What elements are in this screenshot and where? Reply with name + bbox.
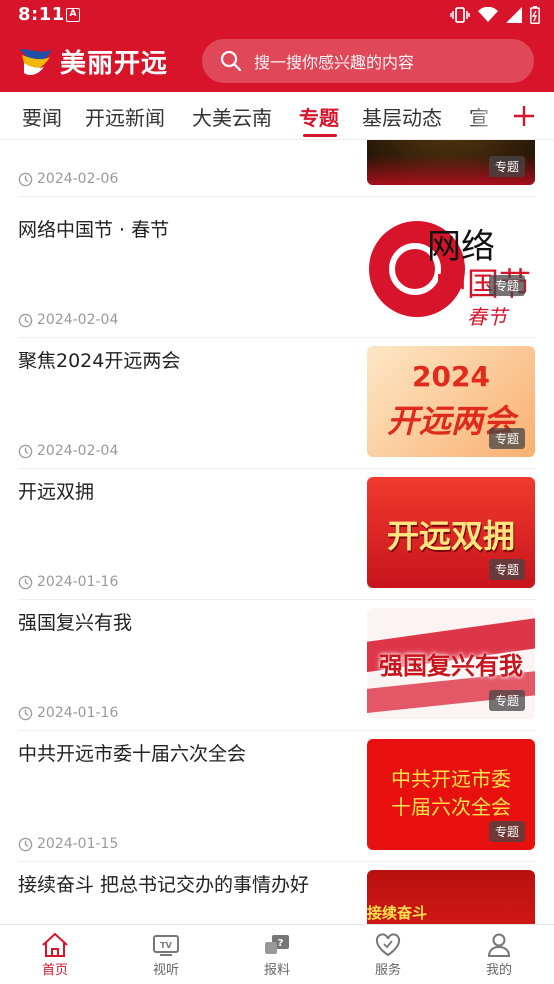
tab-yaowen[interactable]: 要闻: [22, 102, 62, 131]
topic-thumbnail: 2024 开远两会 专题: [367, 346, 535, 457]
app-header: 美丽开远 搜一搜你感兴趣的内容: [0, 30, 554, 92]
tab-fade: [468, 92, 508, 139]
user-icon: [487, 933, 511, 957]
item-date: 2024-02-04: [18, 443, 118, 459]
topic-badge: 专题: [488, 821, 525, 842]
item-title: 开远双拥: [18, 481, 95, 503]
topic-thumbnail: 开远双拥 专题: [367, 477, 535, 588]
topic-thumbnail: ▮▮▮▮▮ 专题: [367, 140, 535, 185]
list-item[interactable]: ▮▮▮▮▮ 专题 2024-02-06: [0, 140, 554, 197]
item-title: 聚焦2024开远两会: [18, 350, 181, 372]
topic-badge: 专题: [488, 690, 525, 711]
topic-badge: 专题: [488, 559, 525, 580]
list-item[interactable]: 接续奋斗 把总书记交办的事情办好 接续奋斗: [0, 862, 554, 924]
logo-mark-icon: [20, 49, 52, 75]
notification-icon: A: [66, 8, 80, 22]
list-item[interactable]: 中共开远市委十届六次全会 2024-01-15 中共开远市委 十届六次全会 专题: [0, 731, 554, 862]
nav-report-label: 报料: [263, 963, 290, 978]
topic-badge: 专题: [488, 275, 525, 296]
clock-icon: [18, 706, 33, 720]
app-logo[interactable]: 美丽开远: [18, 44, 169, 79]
topic-badge: 专题: [488, 428, 525, 449]
nav-service-label: 服务: [374, 963, 401, 978]
thumb-line: 2024: [412, 360, 490, 393]
item-title: 强国复兴有我: [18, 612, 133, 634]
tab-grassroots[interactable]: 基层动态: [362, 102, 442, 131]
topic-thumbnail: 中共开远市委 十届六次全会 专题: [367, 739, 535, 850]
status-time: 8:11: [18, 4, 65, 25]
clock-icon: [18, 444, 33, 458]
search-bar[interactable]: 搜一搜你感兴趣的内容: [202, 39, 534, 83]
nav-media-label: 视听: [152, 963, 179, 978]
item-title: 网络中国节 · 春节: [18, 219, 170, 241]
clock-icon: [18, 575, 33, 589]
clock-icon: [18, 313, 33, 327]
topic-thumbnail: 网络 中国节 春节 专题: [367, 215, 535, 326]
add-channel-icon[interactable]: [508, 96, 540, 136]
thumb-line: 春节: [467, 305, 507, 326]
tab-yunnan[interactable]: 大美云南: [192, 102, 272, 131]
item-date: 2024-01-15: [18, 836, 118, 852]
tab-zhuanti[interactable]: 专题: [299, 102, 339, 131]
topic-feed: ▮▮▮▮▮ 专题 2024-02-06 网络中国节 · 春节 2024-02-0…: [0, 140, 554, 924]
wifi-icon: [478, 7, 498, 22]
report-icon: ?: [265, 935, 289, 954]
list-item[interactable]: 聚焦2024开远两会 2024-02-04 2024 开远两会 专题: [0, 338, 554, 469]
clock-icon: [18, 837, 33, 851]
item-title: 接续奋斗 把总书记交办的事情办好: [18, 874, 310, 896]
item-date: 2024-01-16: [18, 705, 118, 721]
thumb-line: 接续奋斗: [367, 904, 428, 922]
nav-report[interactable]: ? 报料: [247, 931, 307, 978]
bottom-navigation: 首页 TV 视听 ? 报料 服务 我的: [0, 924, 554, 984]
heart-icon: [375, 933, 401, 957]
vibrate-icon: [450, 7, 470, 23]
topic-thumbnail: 接续奋斗: [367, 870, 535, 924]
divider: [18, 196, 536, 197]
item-title: 中共开远市委十届六次全会: [18, 743, 247, 765]
list-item[interactable]: 强国复兴有我 2024-01-16 强国复兴有我 专题: [0, 600, 554, 731]
svg-text:TV: TV: [160, 941, 172, 950]
logo-text: 美丽开远: [60, 48, 169, 79]
search-placeholder: 搜一搜你感兴趣的内容: [254, 53, 415, 72]
thumb-line: 开远双拥: [386, 517, 515, 555]
tv-icon: TV: [153, 935, 179, 956]
list-item[interactable]: 网络中国节 · 春节 2024-02-04 网络 中国节 春节 专题: [0, 207, 554, 338]
battery-icon: [530, 6, 540, 24]
channel-tabs: 要闻 开远新闻 大美云南 专题 基层动态 宣: [0, 92, 554, 140]
thumb-line: 强国复兴有我: [379, 652, 523, 680]
tab-kaiyuan-news[interactable]: 开远新闻: [85, 102, 165, 131]
topic-thumbnail: 强国复兴有我 专题: [367, 608, 535, 719]
thumb-line: 中共开远市委: [391, 767, 511, 791]
thumb-line: 十届六次全会: [391, 795, 511, 819]
item-date: 2024-02-04: [18, 312, 118, 328]
status-icons: [450, 5, 540, 25]
active-tab-indicator: [303, 134, 337, 137]
signal-icon: [506, 7, 522, 23]
nav-service[interactable]: 服务: [358, 931, 418, 978]
svg-text:?: ?: [278, 938, 284, 949]
nav-home[interactable]: 首页: [25, 931, 85, 978]
topic-badge: 专题: [488, 156, 525, 177]
item-date: 2024-01-16: [18, 574, 118, 590]
list-item[interactable]: 开远双拥 2024-01-16 开远双拥 专题: [0, 469, 554, 600]
nav-home-label: 首页: [41, 963, 68, 978]
home-icon: [42, 932, 68, 957]
nav-profile-label: 我的: [485, 963, 512, 978]
nav-profile[interactable]: 我的: [469, 931, 529, 978]
search-icon: [220, 50, 242, 72]
item-date: 2024-02-06: [18, 171, 118, 187]
clock-icon: [18, 172, 33, 186]
status-bar: 8:11 A: [0, 0, 554, 30]
nav-media[interactable]: TV 视听: [136, 931, 196, 978]
